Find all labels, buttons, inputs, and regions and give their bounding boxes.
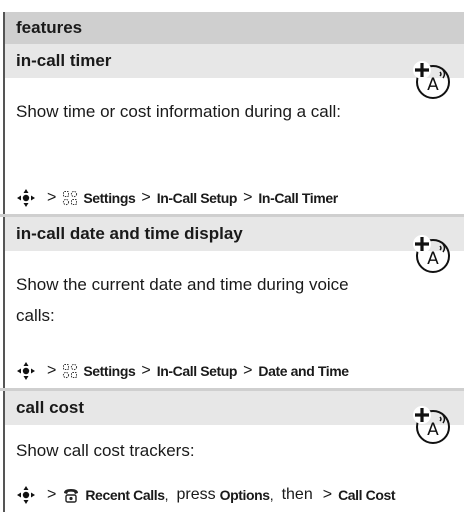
svg-text:A: A [427,420,439,440]
path-item: Date and Time [258,363,349,379]
section-date-time-display: in-call date and time display Show the c… [3,217,464,389]
path-item: Call Cost [338,487,396,503]
comma: , [269,487,274,503]
svg-text:A: A [427,75,439,95]
separator: > [322,486,333,503]
section-title: call cost [16,398,85,417]
path-options: Options [219,487,270,503]
menu-path: > Recent Calls , press Options , then > … [16,485,396,505]
section-description: Show call cost trackers: [16,441,195,460]
separator: > [141,189,151,206]
nav-key-icon [16,361,36,381]
comma: , [164,487,169,503]
section-header: in-call timer [5,44,464,78]
section-description: Show the current date and time during vo… [16,275,349,325]
header-title: features [16,18,83,37]
network-feature-icon: A [413,61,450,99]
path-recent-calls: Recent Calls [85,487,165,503]
path-item: In-Call Timer [258,190,338,206]
section-title: in-call date and time display [16,224,243,243]
network-feature-icon: A [413,235,450,273]
svg-text:A: A [427,249,439,269]
path-press: press [176,486,216,503]
settings-icon [62,190,78,206]
nav-key-icon [16,485,36,505]
separator: > [47,362,57,379]
features-header: features [3,12,464,44]
path-settings: Settings [83,190,136,206]
path-setup: In-Call Setup [156,190,238,206]
section-description: Show time or cost information during a c… [16,102,342,121]
manual-page: features in-call timer Show time or cost… [0,0,464,512]
path-then: then [281,486,313,503]
section-header: call cost [5,391,464,425]
separator: > [243,362,253,379]
menu-path: > Settings > In-Call Setup > In-Call Tim… [16,188,338,208]
section-call-cost: call cost Show call cost trackers: > Rec… [3,391,464,512]
separator: > [47,486,57,503]
separator: > [47,189,57,206]
path-setup: In-Call Setup [156,363,238,379]
separator: > [243,189,253,206]
recent-calls-icon [62,487,80,503]
nav-key-icon [16,188,36,208]
settings-icon [62,363,78,379]
section-header: in-call date and time display [5,217,464,251]
menu-path: > Settings > In-Call Setup > Date and Ti… [16,361,349,381]
section-in-call-timer: in-call timer Show time or cost informat… [3,44,464,216]
network-feature-icon: A [413,406,450,444]
section-title: in-call timer [16,51,112,70]
path-settings: Settings [83,363,136,379]
separator: > [141,362,151,379]
